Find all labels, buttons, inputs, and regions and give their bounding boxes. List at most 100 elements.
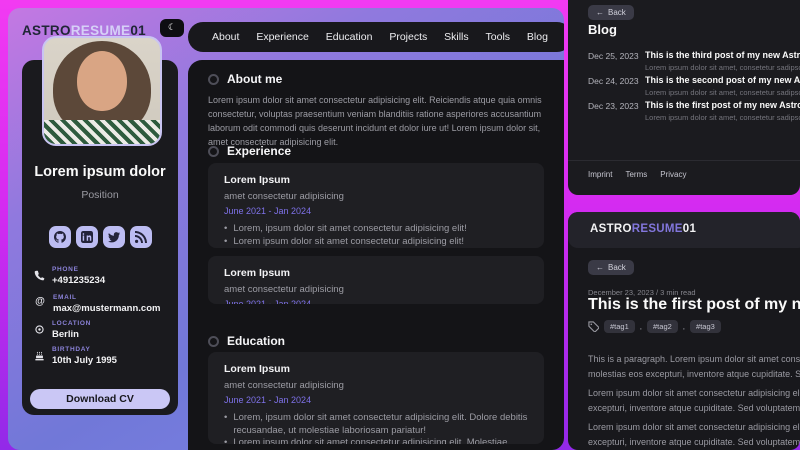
tag-separator: , [682, 322, 686, 331]
tag-badge[interactable]: #tag1 [604, 320, 635, 333]
footer-divider [568, 160, 800, 161]
post-excerpt: Lorem ipsum dolor sit amet, consetetur s… [645, 88, 800, 97]
experience-heading: Experience [208, 144, 291, 158]
contact-label: BIRTHDAY [52, 346, 91, 353]
contact-value: +491235234 [52, 275, 106, 286]
about-text: Lorem ipsum dolor sit amet consectetur a… [208, 95, 542, 147]
blog-post-row: Dec 24, 2023 This is the second post of … [588, 75, 800, 97]
post-excerpt: Lorem ipsum dolor sit amet, consetetur s… [645, 113, 800, 122]
bullet-icon: • [224, 412, 228, 423]
entry-title: Lorem Ipsum [224, 267, 290, 279]
post-date: Dec 23, 2023 [588, 101, 639, 111]
contact-value: 10th July 1995 [52, 355, 117, 366]
post-title-link[interactable]: This is the third post of my new Astro b… [645, 50, 800, 60]
education-entry: Lorem Ipsum amet consectetur adipisicing… [208, 352, 544, 444]
bullet-text: Lorem ipsum dolor sit amet consectetur a… [233, 437, 511, 444]
site-logo[interactable]: ASTRORESUME01 [590, 223, 696, 235]
twitter-link[interactable] [102, 226, 125, 248]
contact-location: LOCATION Berlin [34, 320, 170, 340]
main-content: About me Lorem ipsum dolor sit amet cons… [188, 60, 564, 450]
education-heading: Education [208, 334, 285, 348]
linkedin-link[interactable] [75, 226, 98, 248]
section-ring-icon [208, 145, 219, 157]
entry-period: June 2021 - Jan 2024 [224, 395, 312, 405]
back-label: Back [608, 8, 626, 17]
entry-title: Lorem Ipsum [224, 174, 290, 186]
rss-icon [134, 231, 147, 243]
section-ring-icon [208, 73, 219, 85]
back-button[interactable]: ← Back [588, 5, 634, 20]
bullet-icon: • [224, 223, 228, 234]
social-links [22, 226, 178, 248]
logo-text-resume: RESUME [631, 223, 683, 235]
blog-post-header-bar: ASTRORESUME01 [568, 212, 800, 248]
contact-label: LOCATION [52, 320, 92, 327]
bullet-text: Lorem, ipsum dolor sit amet consectetur … [233, 412, 528, 436]
logo-text-astro: ASTRO [590, 223, 632, 235]
paragraph-line: Lorem ipsum dolor sit amet consectetur a… [588, 422, 800, 432]
entry-subtitle: amet consectetur adipisicing [224, 380, 344, 391]
experience-heading-label: Experience [227, 144, 292, 158]
download-cv-button[interactable]: Download CV [30, 389, 170, 409]
blog-post-row: Dec 23, 2023 This is the first post of m… [588, 100, 800, 122]
footer-links: Imprint Terms Privacy [588, 170, 686, 179]
blog-page-title: Blog [588, 22, 617, 37]
profile-name: Lorem ipsum dolor [34, 164, 166, 180]
profile-photo [42, 36, 162, 146]
entry-bullet: • Lorem ipsum dolor sit amet consectetur … [224, 437, 528, 444]
post-excerpt: Lorem ipsum dolor sit amet, consetetur s… [645, 63, 800, 72]
logo-text-num: 01 [682, 223, 697, 235]
post-date: Dec 24, 2023 [588, 76, 639, 86]
moon-icon: ☾ [167, 22, 177, 33]
bullet-icon: • [224, 235, 228, 247]
post-date: Dec 25, 2023 [588, 51, 639, 61]
contact-label: EMAIL [53, 294, 77, 301]
entry-subtitle: amet consectetur adipisicing [224, 191, 344, 202]
nav-item-blog[interactable]: Blog [527, 31, 548, 43]
paragraph-line: Lorem ipsum dolor sit amet consectetur a… [588, 388, 800, 398]
nav-item-experience[interactable]: Experience [256, 31, 309, 43]
nav-item-skills[interactable]: Skills [444, 31, 469, 43]
post-paragraph: Lorem ipsum dolor sit amet consectetur a… [588, 386, 800, 416]
footer-link-terms[interactable]: Terms [625, 170, 647, 179]
tag-badge[interactable]: #tag3 [690, 320, 721, 333]
blog-post-row: Dec 25, 2023 This is the third post of m… [588, 50, 800, 72]
github-link[interactable] [48, 226, 71, 248]
linkedin-icon [80, 231, 93, 243]
bullet-text: Lorem, ipsum dolor sit amet consectetur … [233, 223, 467, 234]
resume-home-screenshot: ASTRORESUME01 ☾ About Experience Educati… [8, 8, 564, 450]
github-icon [53, 231, 66, 243]
entry-bullet: • Lorem, ipsum dolor sit amet consectetur… [224, 223, 528, 236]
entry-period: June 2021 - Jan 2024 [224, 206, 312, 216]
location-icon [35, 325, 44, 334]
tag-badge[interactable]: #tag2 [647, 320, 678, 333]
experience-entry: Lorem Ipsum amet consectetur adipisicing… [208, 163, 544, 248]
post-title-link[interactable]: This is the first post of my new Astro b… [645, 100, 800, 110]
footer-link-privacy[interactable]: Privacy [660, 170, 686, 179]
post-paragraph: Lorem ipsum dolor sit amet consectetur a… [588, 420, 800, 450]
profile-position: Position [81, 189, 119, 201]
post-title: This is the first post of my new Astro b… [588, 296, 800, 313]
entry-period: June 2021 - Jan 2024 [224, 299, 312, 304]
entry-bullet: • Lorem ipsum dolor sit amet consectetur … [224, 236, 528, 249]
nav-item-about[interactable]: About [212, 31, 239, 43]
paragraph-line: This is a paragraph. Lorem ipsum dolor s… [588, 354, 800, 364]
rss-link[interactable] [129, 226, 152, 248]
about-heading: About me [208, 72, 282, 86]
contact-label: PHONE [52, 266, 79, 273]
nav-item-tools[interactable]: Tools [486, 31, 511, 43]
back-button[interactable]: ← Back [588, 260, 634, 275]
education-heading-label: Education [227, 334, 286, 348]
entry-subtitle: amet consectetur adipisicing [224, 284, 344, 295]
blog-post-screenshot: ASTRORESUME01 ← Back December 23, 2023 /… [568, 212, 800, 450]
paragraph-line: molestias eos excepturi, inventore atque… [588, 369, 800, 379]
theme-toggle-button[interactable]: ☾ [160, 19, 184, 37]
bullet-text: Lorem ipsum dolor sit amet consectetur a… [233, 235, 465, 247]
post-title-link[interactable]: This is the second post of my new Astro … [645, 75, 800, 85]
footer-link-imprint[interactable]: Imprint [588, 170, 612, 179]
nav-item-projects[interactable]: Projects [389, 31, 427, 43]
contact-phone: PHONE +491235234 [34, 266, 170, 286]
nav-item-education[interactable]: Education [326, 31, 373, 43]
twitter-icon [107, 232, 120, 243]
post-paragraph: This is a paragraph. Lorem ipsum dolor s… [588, 352, 800, 382]
